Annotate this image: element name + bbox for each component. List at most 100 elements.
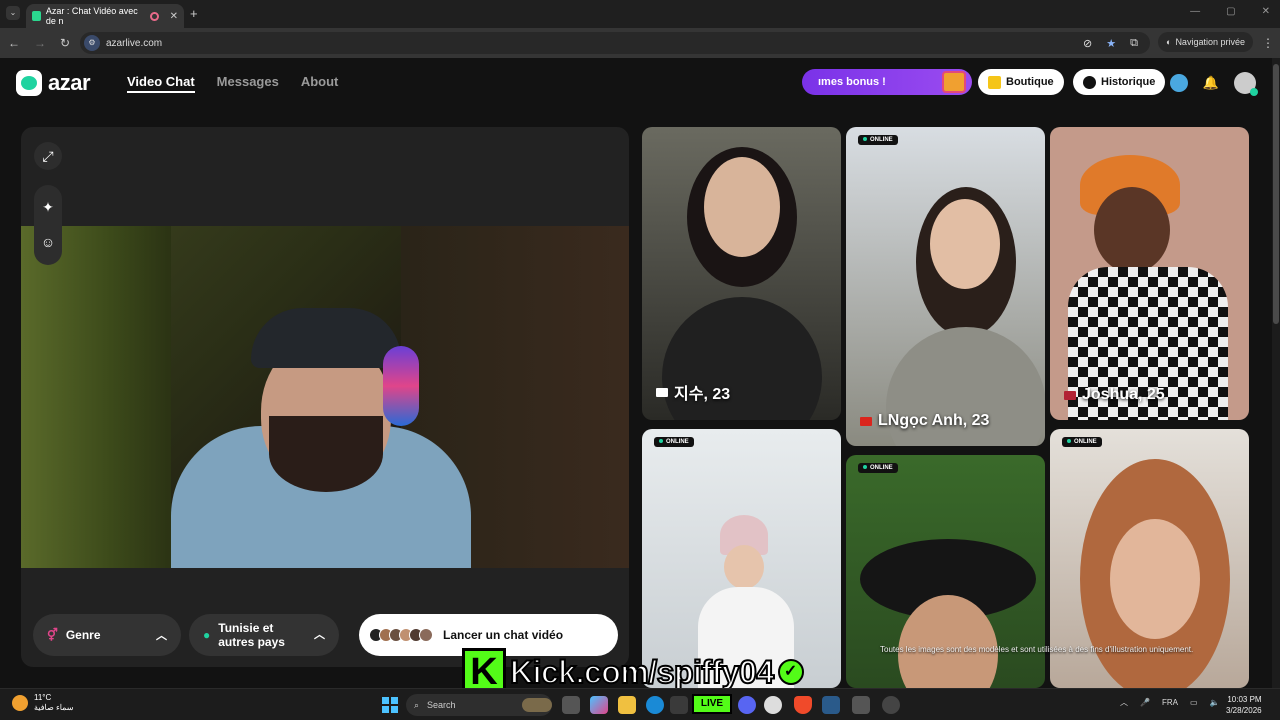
logo-text: azar (48, 70, 91, 95)
search-icon: ⌕ (414, 699, 420, 710)
bonus-text: ımes bonus ! (818, 76, 886, 88)
chevron-up-icon: ︿ (314, 629, 325, 641)
reload-button[interactable]: ↻ (60, 36, 70, 50)
private-label: Navigation privée (1175, 37, 1245, 47)
page-scrollbar[interactable] (1272, 58, 1280, 688)
tab-search-button[interactable]: ⌄ (6, 6, 20, 20)
webcam-feed (21, 226, 629, 568)
profile-card[interactable]: Joshua, 25 (1050, 127, 1249, 420)
historique-label: Historique (1101, 76, 1156, 88)
temperature: 11°C (34, 693, 52, 702)
file-explorer-icon[interactable] (618, 696, 636, 714)
address-bar[interactable]: ⚙ azarlive.com ⊘ ★ ⧉ (80, 32, 1150, 54)
avatar (419, 628, 433, 642)
weather-condition: سماء صافية (34, 703, 74, 712)
clock-icon (1083, 75, 1096, 89)
task-view-icon[interactable] (562, 696, 580, 714)
pays-label: Tunisie et autres pays (218, 621, 285, 649)
volume-icon[interactable]: 🔈 (1210, 698, 1220, 707)
edge-icon[interactable] (646, 696, 664, 714)
bonus-banner[interactable]: ımes bonus ! (802, 69, 972, 95)
profile-face (724, 545, 764, 589)
discord-icon[interactable] (738, 696, 756, 714)
close-tab-icon[interactable]: ✕ (170, 11, 178, 22)
profile-face (1110, 519, 1200, 639)
boutique-button[interactable]: Boutique (978, 69, 1064, 95)
online-badge: ONLINE (858, 463, 898, 473)
search-highlight-icon (522, 698, 552, 712)
profile-face (1094, 187, 1170, 273)
online-text: ONLINE (870, 465, 893, 471)
chrome-icon[interactable] (670, 696, 688, 714)
cap (251, 308, 401, 368)
online-badge: ONLINE (1062, 437, 1102, 447)
new-tab-button[interactable]: + (190, 6, 198, 21)
browser-tab-strip: ⌄ Azar : Chat Vidéo avec de n ✕ + — ▢ ✕ (0, 0, 1280, 28)
incognito-icon: ◐ (1166, 37, 1172, 47)
online-badge: ONLINE (858, 135, 898, 145)
flag-icon (860, 416, 872, 426)
microphone-icon[interactable]: 🎤 (1140, 698, 1150, 707)
azar-logo[interactable]: azar (16, 70, 91, 96)
beard (269, 416, 383, 492)
nav-video-chat[interactable]: Video Chat (127, 74, 195, 93)
historique-button[interactable]: Historique (1073, 69, 1166, 95)
chevron-up-icon: ︿ (156, 630, 167, 642)
face-filter-icon[interactable]: ☺ (34, 228, 62, 256)
cast-icon[interactable]: ⧉ (1130, 37, 1138, 50)
weather-widget[interactable]: 11°C سماء صافية (12, 693, 74, 713)
online-text: ONLINE (1074, 439, 1097, 445)
live-indicator[interactable]: LIVE (692, 694, 732, 714)
copilot-icon[interactable] (590, 696, 608, 714)
windows-start-icon[interactable] (382, 697, 398, 713)
chevron-up-icon[interactable]: ︿ (1120, 697, 1128, 708)
eye-off-icon[interactable]: ⊘ (1083, 37, 1092, 50)
close-window-button[interactable]: ✕ (1262, 6, 1270, 17)
network-icon[interactable]: ▭ (1190, 698, 1198, 707)
clock-app-icon[interactable] (764, 696, 782, 714)
minimize-button[interactable]: — (1190, 6, 1200, 17)
bell-icon[interactable]: 🔔 (1202, 74, 1220, 92)
background-curtain (21, 226, 171, 568)
country-filter-button[interactable]: ● Tunisie et autres pays ︿ (189, 614, 339, 656)
scrollbar-thumb[interactable] (1273, 64, 1279, 324)
menu-icon[interactable]: ⋮ (1262, 36, 1274, 50)
date: 3/28/2026 (1226, 706, 1262, 715)
browser-tab[interactable]: Azar : Chat Vidéo avec de n ✕ (26, 4, 184, 28)
forward-button[interactable]: → (34, 36, 46, 50)
flag-icon (656, 387, 668, 397)
chat-bubble-icon[interactable] (1170, 74, 1188, 92)
maximize-button[interactable]: ▢ (1226, 6, 1235, 17)
azar-favicon (32, 11, 41, 21)
site-info-icon[interactable]: ⚙ (84, 35, 100, 51)
nav-messages[interactable]: Messages (217, 74, 279, 93)
bookmark-star-icon[interactable]: ★ (1106, 37, 1116, 50)
expand-icon[interactable]: ⤢ (34, 142, 62, 170)
verified-check-icon: ✓ (777, 659, 804, 685)
taskbar-search[interactable]: ⌕ Search (406, 694, 552, 716)
avatar[interactable] (1234, 72, 1258, 96)
headphones (383, 346, 419, 426)
nav-about[interactable]: About (301, 74, 339, 93)
app-icon[interactable] (852, 696, 870, 714)
obs-icon[interactable] (882, 696, 900, 714)
taskbar-clock[interactable]: 10:03 PM 3/28/2026 (1226, 694, 1262, 716)
profile-card[interactable]: ONLINE LNgọc Anh, 23 (846, 127, 1045, 446)
profile-name-text: 지수, 23 (674, 386, 731, 403)
language-indicator[interactable]: FRA (1162, 698, 1178, 707)
profile-name-text: Joshua, 25 (1082, 386, 1165, 403)
private-browsing-badge[interactable]: ◐ Navigation privée (1158, 32, 1253, 52)
profile-card[interactable]: 지수, 23 (642, 127, 841, 420)
magic-wand-icon[interactable]: ✦ (34, 193, 62, 221)
app-icon[interactable] (822, 696, 840, 714)
recording-icon (150, 11, 159, 21)
boutique-label: Boutique (1006, 76, 1054, 88)
window-controls: — ▢ ✕ (1190, 6, 1270, 17)
online-badge: ONLINE (654, 437, 694, 447)
brave-icon[interactable] (794, 696, 812, 714)
azar-logo-icon (16, 70, 42, 96)
diamond-icon (988, 75, 1001, 89)
video-chat-panel: ⤢ ✦ ☺ ⚥ Genre ︿ ● Tunisie et autres pays… (21, 127, 629, 667)
back-button[interactable]: ← (8, 36, 20, 50)
gender-filter-button[interactable]: ⚥ Genre ︿ (33, 614, 181, 656)
